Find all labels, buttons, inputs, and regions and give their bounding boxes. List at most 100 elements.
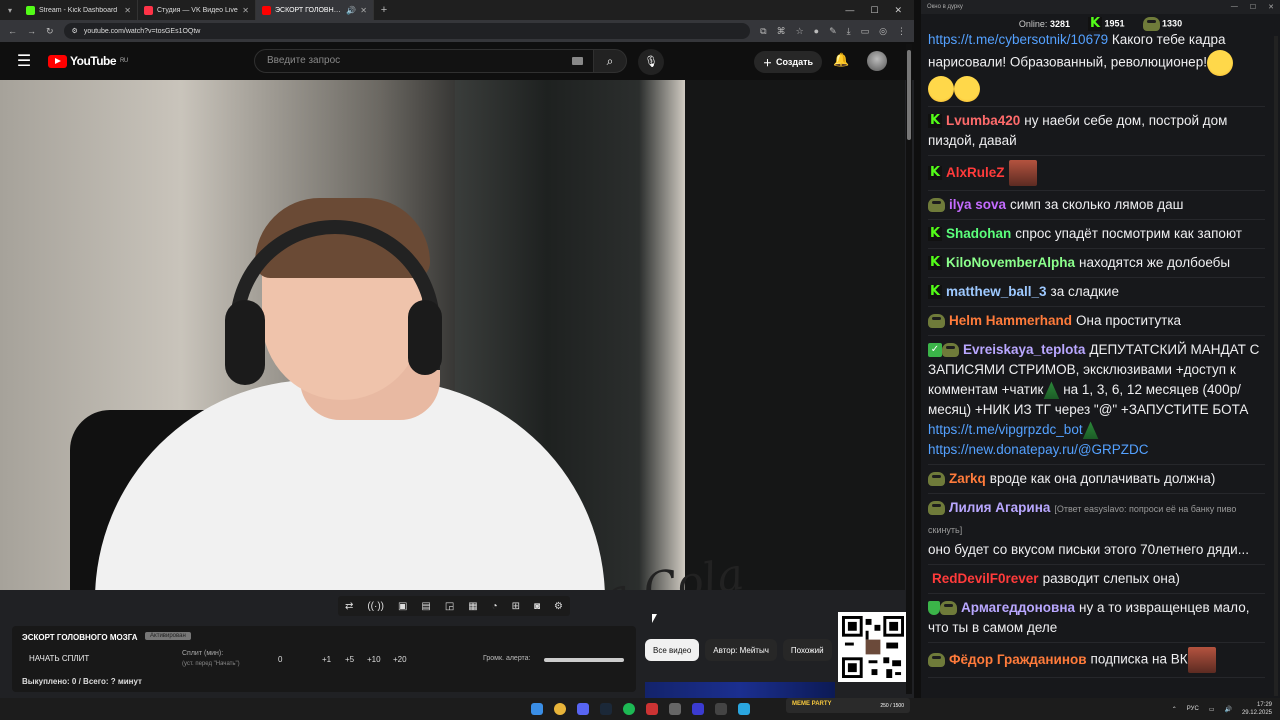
recommended-thumbnail[interactable] bbox=[645, 682, 835, 698]
install-icon[interactable]: ⧉ bbox=[760, 26, 766, 37]
maximize-icon[interactable]: ☐ bbox=[1250, 3, 1256, 11]
speaker-icon[interactable]: 🔊 bbox=[346, 6, 356, 15]
page-scrollbar[interactable] bbox=[906, 44, 912, 694]
broadcast-icon[interactable]: ((·)) bbox=[367, 601, 384, 612]
obs-icon[interactable] bbox=[645, 703, 658, 715]
clock[interactable]: 17:29 29.12.2025 bbox=[1242, 701, 1272, 717]
close-window-icon[interactable]: ✕ bbox=[1268, 3, 1274, 11]
chat-username[interactable]: Лилия Агарина bbox=[949, 500, 1050, 515]
search-placeholder: Введите запрос bbox=[267, 55, 341, 66]
loop-icon[interactable]: ⇄ bbox=[345, 601, 353, 612]
discord-icon[interactable] bbox=[576, 703, 589, 715]
camera-icon[interactable]: ◙ bbox=[534, 601, 540, 612]
chat-message: K KiloNovemberAlpha находятся же долбоебы bbox=[928, 249, 1265, 278]
increment-5-button[interactable]: +5 bbox=[345, 655, 354, 664]
chat-messages[interactable]: https://t.me/cybersotnik/10679 Какого те… bbox=[921, 34, 1272, 698]
chip-author[interactable]: Автор: Мейтыч bbox=[705, 639, 777, 661]
chat-username[interactable]: RedDevilF0rever bbox=[932, 571, 1039, 586]
pepe-badge-icon bbox=[928, 314, 945, 329]
chat-link[interactable]: https://new.donatepay.ru/@GRPZDC bbox=[928, 442, 1149, 457]
start-split-button[interactable]: НАЧАТЬ СПЛИТ bbox=[29, 654, 89, 663]
extensions-puzzle-icon[interactable]: ✎ bbox=[829, 26, 837, 37]
notifications-bell-icon[interactable]: 🔔 bbox=[833, 52, 849, 68]
chat-username[interactable]: Армагеддоновна bbox=[961, 600, 1075, 615]
youtube-logo[interactable]: YouTube RU bbox=[48, 54, 128, 68]
pip-icon[interactable]: ◲ bbox=[445, 601, 454, 612]
chat-username[interactable]: ilya sova bbox=[949, 197, 1006, 212]
close-tab-icon[interactable]: ✕ bbox=[124, 6, 131, 15]
minimize-icon[interactable]: — bbox=[845, 5, 854, 16]
language-indicator[interactable]: РУС bbox=[1187, 706, 1199, 712]
tab-search-icon[interactable]: ▾ bbox=[0, 6, 20, 15]
close-window-icon[interactable]: ✕ bbox=[894, 5, 902, 16]
back-icon[interactable]: ← bbox=[8, 26, 17, 36]
hamburger-menu-icon[interactable]: ☰ bbox=[0, 51, 48, 71]
profile-icon[interactable]: ◎ bbox=[879, 26, 887, 37]
steam-icon[interactable] bbox=[599, 703, 612, 715]
network-icon[interactable]: ▭ bbox=[1209, 706, 1215, 713]
chat-username[interactable]: Lvumba420 bbox=[946, 113, 1020, 128]
menu-icon[interactable]: ⋮ bbox=[897, 26, 906, 37]
telegram-icon[interactable] bbox=[737, 703, 750, 715]
avatar[interactable] bbox=[867, 51, 887, 71]
subtitles-icon[interactable]: ▦ bbox=[468, 601, 477, 612]
bookmark-star-icon[interactable]: ☆ bbox=[796, 26, 804, 37]
alert-volume-slider[interactable] bbox=[544, 658, 624, 662]
increment-10-button[interactable]: +10 bbox=[367, 655, 381, 664]
tab-kick-dashboard[interactable]: Stream - Kick Dashboard ✕ bbox=[20, 0, 138, 20]
increment-1-button[interactable]: +1 bbox=[322, 655, 331, 664]
close-tab-icon[interactable]: ✕ bbox=[242, 6, 249, 15]
create-button[interactable]: ＋ Создать bbox=[754, 51, 823, 73]
tab-vk-studio[interactable]: Студия — VK Видео Live ✕ bbox=[138, 0, 256, 20]
player-icon[interactable] bbox=[691, 703, 704, 715]
chat-scrollbar[interactable] bbox=[1274, 36, 1278, 696]
chrome-icon[interactable] bbox=[553, 703, 566, 715]
chat-username[interactable]: Shadohan bbox=[946, 226, 1011, 241]
screenshot-icon[interactable]: ▣ bbox=[398, 601, 407, 612]
chat-username[interactable]: KiloNovemberAlpha bbox=[946, 255, 1075, 270]
volume-icon[interactable]: 🔊 bbox=[1224, 706, 1231, 713]
chat-link[interactable]: https://t.me/cybersotnik/10679 bbox=[928, 34, 1108, 47]
chevron-up-icon[interactable]: ⌃ bbox=[1172, 706, 1177, 713]
clip-icon[interactable]: ▤ bbox=[421, 601, 430, 612]
increment-20-button[interactable]: +20 bbox=[393, 655, 407, 664]
chip-similar[interactable]: Похожий bbox=[782, 639, 832, 661]
site-info-icon[interactable]: ⚙ bbox=[72, 27, 78, 35]
settings-gear-icon[interactable]: ⚙ bbox=[554, 601, 563, 612]
spotify-icon[interactable] bbox=[622, 703, 635, 715]
add-icon[interactable]: ⊞ bbox=[512, 601, 520, 612]
explorer-icon[interactable] bbox=[714, 703, 727, 715]
translate-icon[interactable]: ⌘ bbox=[777, 26, 786, 37]
video-player[interactable]: Enjoy Coca-Cola bbox=[0, 80, 905, 590]
chat-username[interactable]: Helm Hammerhand bbox=[949, 313, 1072, 328]
voice-search-button[interactable]: 🎙 bbox=[638, 49, 664, 75]
media-widget[interactable]: MEME PARTY 250 / 1500 bbox=[786, 698, 910, 713]
windows-start-icon[interactable] bbox=[530, 703, 543, 715]
cast-icon[interactable]: ▭ bbox=[861, 26, 870, 37]
kick-badge-icon: K bbox=[928, 113, 942, 129]
scrollbar-thumb[interactable] bbox=[907, 50, 911, 140]
keyboard-icon[interactable] bbox=[572, 57, 583, 65]
extension-icon[interactable]: ● bbox=[814, 26, 819, 37]
window-controls: — ☐ ✕ bbox=[845, 5, 914, 16]
url-field[interactable]: ⚙ youtube.com/watch?v=tosGEs1OQtw bbox=[63, 23, 751, 39]
reload-icon[interactable]: ↻ bbox=[46, 26, 54, 37]
search-button[interactable]: ⌕ bbox=[593, 49, 627, 73]
forward-icon[interactable]: → bbox=[27, 26, 36, 36]
chat-link[interactable]: https://t.me/vipgrpzdc_bot bbox=[928, 422, 1083, 437]
chat-username[interactable]: Zarkq bbox=[949, 471, 986, 486]
search-input[interactable]: Введите запрос bbox=[254, 49, 594, 73]
new-tab-button[interactable]: + bbox=[374, 4, 394, 16]
speed-icon[interactable]: ◔ bbox=[492, 601, 498, 612]
tab-youtube-video[interactable]: ЭСКОРТ ГОЛОВНОГО МОЗ... 🔊 ✕ bbox=[256, 0, 374, 20]
close-tab-icon[interactable]: ✕ bbox=[360, 6, 367, 15]
chat-username[interactable]: AlxRuleZ bbox=[946, 165, 1005, 180]
chip-all-videos[interactable]: Все видео bbox=[645, 639, 700, 661]
chat-username[interactable]: Evreiskaya_teplota bbox=[963, 342, 1085, 357]
minimize-icon[interactable]: — bbox=[1231, 3, 1238, 11]
chat-username[interactable]: matthew_ball_3 bbox=[946, 284, 1047, 299]
chat-username[interactable]: Фёдор Гражданинов bbox=[949, 652, 1087, 667]
app-icon[interactable] bbox=[668, 703, 681, 715]
download-icon[interactable]: ⤓ bbox=[847, 26, 851, 37]
maximize-icon[interactable]: ☐ bbox=[870, 5, 878, 16]
